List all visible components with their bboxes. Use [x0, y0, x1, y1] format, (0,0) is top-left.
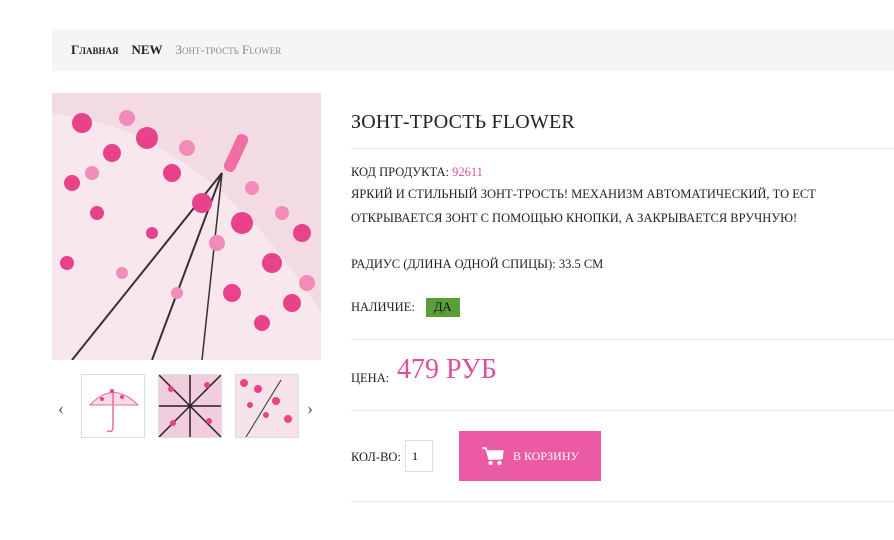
divider — [351, 410, 894, 411]
product-description-line-1: Яркий и стильный зонт-трость! Механизм а… — [351, 187, 816, 201]
umbrella-image — [52, 93, 321, 360]
add-to-cart-button[interactable]: В корзину — [459, 431, 601, 481]
thumbnail-2[interactable] — [158, 374, 222, 438]
umbrella-closeup-thumb-icon — [236, 375, 298, 437]
umbrella-thumb-icon — [82, 375, 144, 437]
product-code-row: Код продукта: 92611 — [351, 165, 483, 180]
thumbnail-1[interactable] — [81, 374, 145, 438]
gallery-prev-button[interactable]: ‹ — [58, 398, 64, 419]
quantity-input[interactable] — [405, 440, 433, 472]
gallery-next-button[interactable]: › — [307, 398, 313, 419]
cart-icon — [481, 447, 504, 465]
price-value: 479 руб — [397, 354, 497, 385]
quantity-label: Кол-во: — [351, 450, 401, 464]
breadcrumb-home[interactable]: Главная — [71, 42, 118, 58]
divider — [351, 501, 894, 502]
product-description-line-2: открывается зонт с помощью кнопки, а зак… — [351, 211, 798, 225]
stock-badge: Да — [425, 298, 460, 317]
thumbnail-3[interactable] — [235, 374, 299, 438]
breadcrumb: Главная NEW Зонт-трость Flower — [52, 29, 894, 71]
breadcrumb-current: Зонт-трость Flower — [175, 42, 282, 57]
divider — [351, 148, 894, 149]
stock-label: Наличие: — [351, 300, 415, 314]
divider — [351, 339, 894, 340]
product-main-image[interactable] — [52, 93, 321, 360]
product-radius: Радиус (длина одной спицы): 33.5 см — [351, 257, 604, 271]
umbrella-ribs-thumb-icon — [159, 375, 221, 437]
price-label: Цена: — [351, 371, 390, 385]
product-code-value: 92611 — [452, 165, 483, 179]
add-to-cart-label: В корзину — [512, 448, 580, 463]
product-title: Зонт-трость Flower — [351, 111, 575, 133]
breadcrumb-category[interactable]: NEW — [131, 42, 162, 58]
stock-row: Наличие: Да — [351, 298, 460, 317]
product-code-label: Код продукта: — [351, 165, 449, 179]
